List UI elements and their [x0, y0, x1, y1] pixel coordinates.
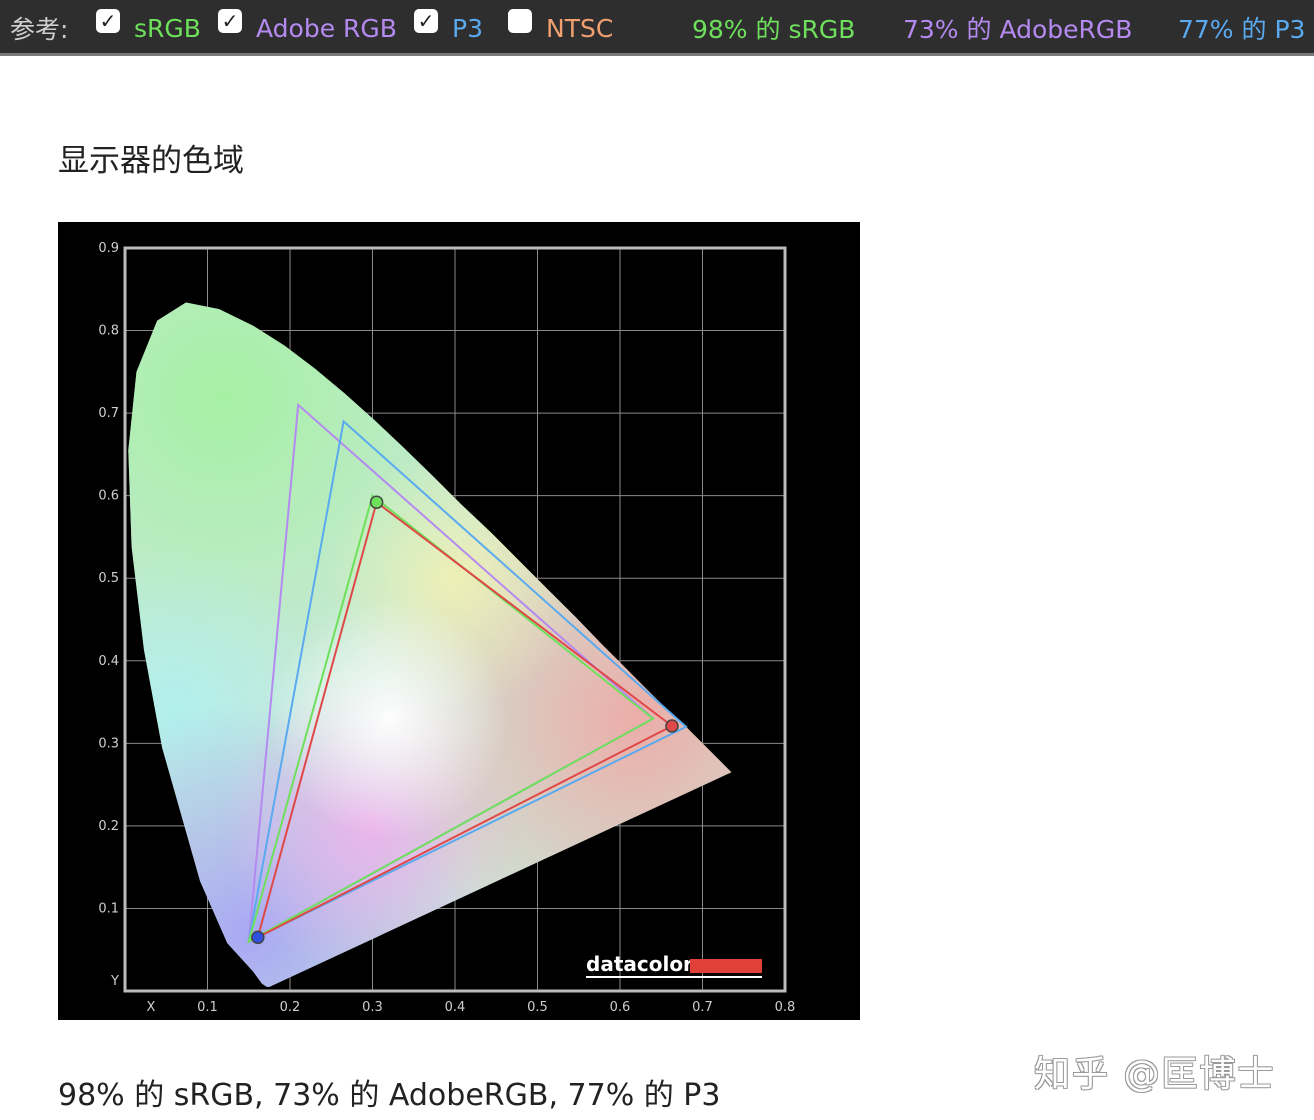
x-axis-label: X — [147, 1000, 156, 1015]
primary-point-2 — [251, 930, 265, 945]
caption: 98% 的 sRGB, 73% 的 AdobeRGB, 77% 的 P3 — [58, 1078, 721, 1113]
option-adobe-rgb[interactable]: ✓ Adobe RGB — [218, 0, 397, 56]
stat-p3-text: 77% 的 P3 — [1178, 15, 1306, 44]
adobe-rgb-checkbox[interactable]: ✓ — [218, 9, 242, 33]
x-tick-label-0.5: 0.5 — [527, 1000, 548, 1015]
x-tick-label-0.8: 0.8 — [775, 1000, 796, 1015]
watermark: 知乎 @匡博士 — [1034, 1054, 1276, 1095]
x-tick-label-0.2: 0.2 — [280, 1000, 301, 1015]
datacolor-logo-bar — [690, 959, 762, 973]
primary-point-0 — [665, 719, 679, 733]
y-tick-label-0.8: 0.8 — [98, 324, 119, 339]
locus-color-blend — [128, 302, 732, 987]
stat-p3: 77% 的 P3 — [1178, 0, 1305, 56]
stat-srgb-text: 98% 的 sRGB — [692, 15, 856, 44]
x-tick-label-0.6: 0.6 — [610, 1000, 631, 1015]
y-tick-label-0.1: 0.1 — [98, 901, 119, 916]
datacolor-logo-text: datacolor — [586, 952, 693, 976]
option-ntsc[interactable]: NTSC — [508, 0, 613, 56]
section-title: 显示器的色域 — [58, 143, 244, 179]
y-tick-label-0.7: 0.7 — [98, 406, 119, 421]
option-adobe-rgb-label: Adobe RGB — [256, 13, 397, 43]
y-tick-label-0.2: 0.2 — [98, 819, 119, 834]
gamut-chart-svg: 0.1 0.2 0.3 0.4 0.5 0.6 0.7 0.8 0.1 0.2 0.3 0.4 0.5 0… — [98, 241, 796, 1015]
y-tick-label-0.4: 0.4 — [98, 654, 119, 669]
x-tick-label-0.4: 0.4 — [445, 1000, 466, 1015]
y-tick-label-0.3: 0.3 — [98, 736, 119, 751]
x-tick-label-0.7: 0.7 — [692, 1000, 713, 1015]
option-ntsc-label: NTSC — [546, 13, 614, 43]
srgb-checkbox[interactable]: ✓ — [96, 9, 120, 33]
y-axis-label: Y — [110, 974, 119, 989]
option-srgb[interactable]: ✓ sRGB — [96, 0, 201, 56]
y-tick-label-0.6: 0.6 — [98, 489, 119, 504]
primary-point-1 — [369, 495, 384, 510]
x-tick-label-0.1: 0.1 — [197, 1000, 218, 1015]
reference-toolbar: 参考: ✓ sRGB ✓ Adobe RGB ✓ P3 NTSC 98% 的 s… — [0, 0, 1314, 56]
x-tick-label-0.3: 0.3 — [362, 1000, 383, 1015]
stat-srgb: 98% 的 sRGB — [692, 0, 855, 56]
ntsc-checkbox[interactable] — [508, 9, 532, 33]
p3-checkbox[interactable]: ✓ — [414, 9, 438, 33]
stat-adobergb-text: 73% 的 AdobeRGB — [903, 15, 1133, 44]
option-p3-label: P3 — [452, 13, 483, 43]
toolbar-label-wrap: 参考: — [10, 0, 68, 56]
toolbar-label: 参考: — [10, 15, 69, 44]
y-tick-label-0.9: 0.9 — [98, 241, 119, 256]
blend-gWhite — [128, 302, 732, 987]
option-srgb-label: sRGB — [134, 13, 201, 43]
option-p3[interactable]: ✓ P3 — [414, 0, 483, 56]
stat-adobergb: 73% 的 AdobeRGB — [903, 0, 1132, 56]
gamut-chart: 0.1 0.2 0.3 0.4 0.5 0.6 0.7 0.8 0.1 0.2 0.3 0.4 0.5 0… — [58, 222, 860, 1020]
y-tick-label-0.5: 0.5 — [98, 571, 119, 586]
